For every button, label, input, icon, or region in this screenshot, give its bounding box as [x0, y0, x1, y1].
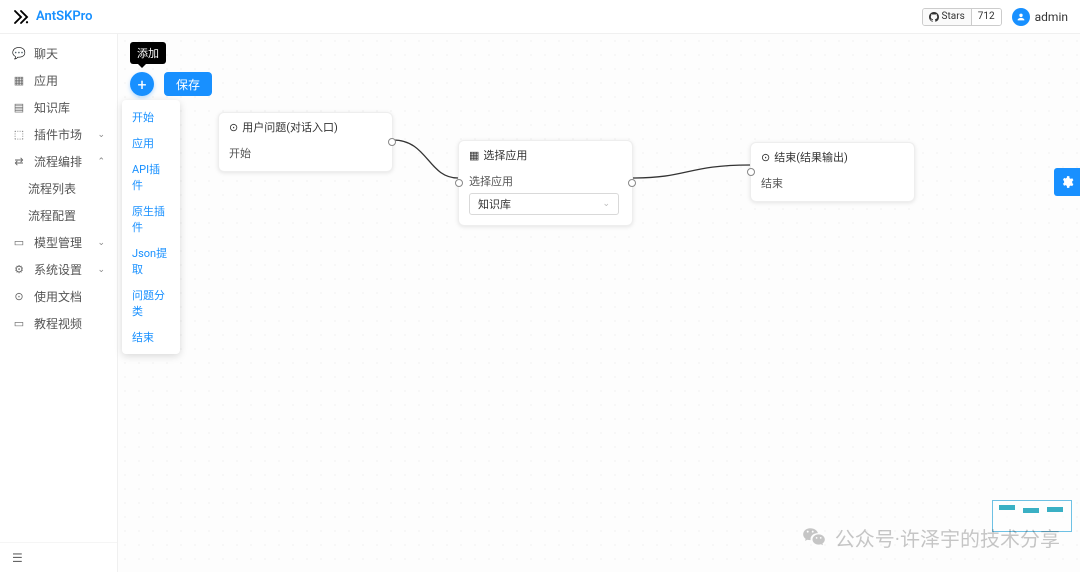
dropdown-item-json[interactable]: Json提取 — [122, 240, 180, 282]
sidebar-item-label: 流程配置 — [28, 207, 105, 224]
add-tooltip: 添加 — [130, 42, 166, 64]
logo[interactable]: AntSKPro — [12, 8, 93, 26]
knowledge-icon: ▤ — [12, 101, 26, 114]
node-title: 结束(结果输出) — [774, 149, 848, 165]
save-button[interactable]: 保存 — [164, 72, 212, 96]
sidebar-item-label: 流程编排 — [34, 153, 97, 170]
output-port[interactable] — [388, 138, 396, 146]
sidebar-item-videos[interactable]: ▭ 教程视频 — [0, 310, 117, 337]
sidebar-collapse[interactable]: ☰ — [0, 542, 117, 572]
github-icon — [929, 12, 939, 22]
node-title: 用户问题(对话入口) — [242, 119, 338, 135]
chevron-down-icon: ⌄ — [97, 238, 105, 248]
circle-icon: ⊙ — [761, 151, 770, 164]
input-port[interactable] — [455, 179, 463, 187]
dropdown-item-start[interactable]: 开始 — [122, 104, 180, 130]
plus-icon: + — [137, 75, 146, 94]
plugin-icon: ⬚ — [12, 128, 26, 141]
flow-node-selectapp[interactable]: ▦ 选择应用 选择应用 知识库 ⌄ — [458, 140, 633, 226]
sidebar: 💬 聊天 ▦ 应用 ▤ 知识库 ⬚ 插件市场 ⌄ ⇄ — [0, 34, 118, 572]
sidebar-item-label: 流程列表 — [28, 180, 105, 197]
user-icon — [1016, 12, 1026, 22]
select-value: 知识库 — [478, 196, 511, 212]
chevron-down-icon: ⌄ — [97, 130, 105, 140]
sidebar-item-flow[interactable]: ⇄ 流程编排 ⌃ — [0, 148, 117, 175]
sidebar-item-settings[interactable]: ⚙ 系统设置 ⌄ — [0, 256, 117, 283]
collapse-icon: ☰ — [12, 551, 23, 565]
circle-icon: ⊙ — [229, 121, 238, 134]
doc-icon: ⊙ — [12, 290, 26, 303]
sidebar-subitem-flowconfig[interactable]: 流程配置 — [0, 202, 117, 229]
gear-icon — [1060, 175, 1074, 189]
flow-icon: ⇄ — [12, 155, 26, 168]
sidebar-subitem-flowlist[interactable]: 流程列表 — [0, 175, 117, 202]
chevron-down-icon: ⌄ — [97, 265, 105, 275]
node-body-label: 选择应用 — [469, 173, 622, 189]
dropdown-item-app[interactable]: 应用 — [122, 130, 180, 156]
sidebar-item-models[interactable]: ▭ 模型管理 ⌄ — [0, 229, 117, 256]
avatar[interactable] — [1012, 8, 1030, 26]
dropdown-item-end[interactable]: 结束 — [122, 324, 180, 350]
sidebar-item-knowledge[interactable]: ▤ 知识库 — [0, 94, 117, 121]
sidebar-item-label: 系统设置 — [34, 261, 97, 278]
sidebar-item-label: 使用文档 — [34, 288, 105, 305]
chevron-up-icon: ⌃ — [97, 157, 105, 167]
dropdown-item-api[interactable]: API插件 — [122, 156, 180, 198]
watermark: 公众号·许泽宇的技术分享 — [801, 523, 1060, 552]
user-name: admin — [1035, 10, 1068, 24]
app-icon: ▦ — [469, 149, 479, 162]
chevron-down-icon: ⌄ — [602, 199, 610, 209]
github-stars-badge[interactable]: Stars 712 — [922, 8, 1002, 26]
logo-icon — [12, 8, 30, 26]
add-node-dropdown: 开始 应用 API插件 原生插件 Json提取 问题分类 结束 — [122, 100, 180, 354]
node-body: 开始 — [219, 141, 392, 171]
video-icon: ▭ — [12, 317, 26, 330]
node-body: 结束 — [751, 171, 914, 201]
github-stars-count: 712 — [972, 9, 1001, 25]
gear-icon: ⚙ — [12, 263, 26, 276]
dropdown-item-native[interactable]: 原生插件 — [122, 198, 180, 240]
app-name: AntSKPro — [36, 9, 93, 24]
sidebar-item-chat[interactable]: 💬 聊天 — [0, 40, 117, 67]
app-select[interactable]: 知识库 ⌄ — [469, 193, 619, 215]
input-port[interactable] — [747, 168, 755, 176]
sidebar-item-docs[interactable]: ⊙ 使用文档 — [0, 283, 117, 310]
sidebar-item-label: 模型管理 — [34, 234, 97, 251]
canvas-settings-button[interactable] — [1054, 168, 1080, 196]
flow-node-start[interactable]: ⊙ 用户问题(对话入口) 开始 — [218, 112, 393, 172]
output-port[interactable] — [628, 179, 636, 187]
sidebar-item-label: 教程视频 — [34, 315, 105, 332]
flow-node-end[interactable]: ⊙ 结束(结果输出) 结束 — [750, 142, 915, 202]
add-node-button[interactable]: + — [130, 72, 154, 96]
flow-canvas[interactable]: 添加 + 保存 开始 应用 API插件 原生插件 Json提取 问题分类 结束 — [118, 34, 1080, 572]
node-title: 选择应用 — [483, 147, 527, 163]
sidebar-item-label: 应用 — [34, 72, 105, 89]
header: AntSKPro Stars 712 admin — [0, 0, 1080, 34]
wechat-icon — [801, 525, 827, 551]
github-stars-label: Stars — [942, 11, 965, 22]
chat-icon: 💬 — [12, 47, 26, 60]
sidebar-item-label: 插件市场 — [34, 126, 97, 143]
sidebar-item-label: 知识库 — [34, 99, 105, 116]
watermark-text: 公众号·许泽宇的技术分享 — [835, 523, 1060, 552]
dropdown-item-classify[interactable]: 问题分类 — [122, 282, 180, 324]
save-label: 保存 — [176, 76, 200, 93]
apps-icon: ▦ — [12, 74, 26, 87]
model-icon: ▭ — [12, 236, 26, 249]
sidebar-item-plugins[interactable]: ⬚ 插件市场 ⌄ — [0, 121, 117, 148]
sidebar-item-label: 聊天 — [34, 45, 105, 62]
sidebar-item-apps[interactable]: ▦ 应用 — [0, 67, 117, 94]
